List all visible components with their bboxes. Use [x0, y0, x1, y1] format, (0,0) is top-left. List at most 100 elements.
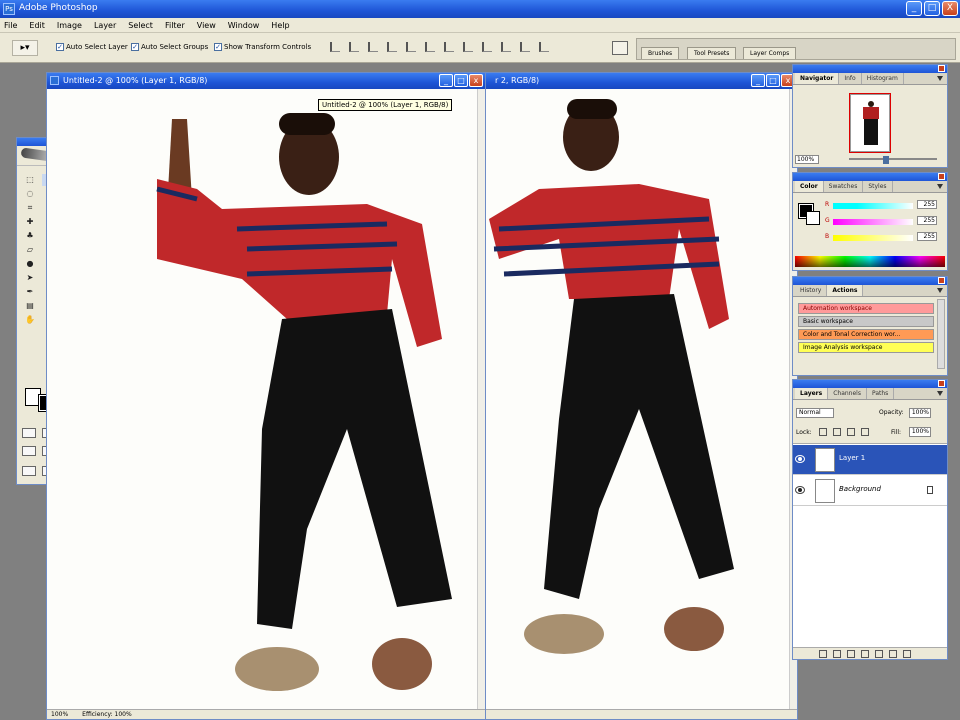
green-slider[interactable]	[833, 219, 913, 225]
distribute-top-icon[interactable]	[444, 42, 454, 52]
tab-info[interactable]: Info	[839, 73, 862, 84]
auto-select-layer-checkbox[interactable]: ✓	[56, 43, 64, 51]
fill-field[interactable]: 100%	[909, 427, 931, 437]
lock-transparency-icon[interactable]	[819, 428, 827, 436]
menu-select[interactable]: Select	[128, 21, 153, 30]
lock-all-icon[interactable]	[861, 428, 869, 436]
minimize-button[interactable]: _	[906, 1, 922, 16]
action-item[interactable]: Automation workspace	[798, 303, 934, 314]
document-left-status[interactable]: Efficiency: 100%	[82, 710, 132, 719]
align-hcenter-icon[interactable]	[406, 42, 416, 52]
menu-image[interactable]: Image	[57, 21, 82, 30]
maximize-button[interactable]: □	[924, 1, 940, 16]
hand-tool-icon[interactable]: ✋	[21, 314, 39, 326]
menu-edit[interactable]: Edit	[29, 21, 45, 30]
menu-layer[interactable]: Layer	[94, 21, 116, 30]
screen-mode-standard-icon[interactable]	[22, 446, 36, 456]
document-left-canvas[interactable]	[47, 89, 485, 709]
align-vcenter-icon[interactable]	[349, 42, 359, 52]
link-layers-icon[interactable]	[819, 649, 827, 658]
visibility-eye-icon[interactable]	[795, 486, 805, 494]
menu-view[interactable]: View	[197, 21, 216, 30]
align-right-icon[interactable]	[425, 42, 435, 52]
show-transform-controls-checkbox[interactable]: ✓	[214, 43, 222, 51]
palette-well-icon[interactable]	[612, 41, 628, 55]
visibility-eye-icon[interactable]	[795, 455, 805, 463]
navigator-zoom-slider[interactable]	[849, 158, 937, 160]
document-left-zoom[interactable]: 100%	[51, 710, 68, 719]
jump-to-imageready-icon[interactable]	[22, 466, 36, 476]
distribute-hcenter-icon[interactable]	[520, 42, 530, 52]
healing-brush-tool-icon[interactable]: ✚	[21, 216, 39, 228]
navigator-menu-icon[interactable]	[937, 76, 943, 81]
lasso-tool-icon[interactable]: ◌	[21, 188, 39, 200]
distribute-bottom-icon[interactable]	[482, 42, 492, 52]
layer-style-icon[interactable]	[833, 649, 841, 658]
tab-histogram[interactable]: Histogram	[862, 73, 904, 84]
blur-tool-icon[interactable]: ●	[21, 258, 39, 270]
navigator-palette-titlebar[interactable]	[793, 65, 947, 73]
tab-color[interactable]: Color	[795, 181, 824, 192]
navigator-thumbnail[interactable]	[849, 93, 891, 153]
blue-slider[interactable]	[833, 235, 913, 241]
auto-select-groups-option[interactable]: ✓ Auto Select Groups	[131, 43, 208, 51]
navigator-zoom-field[interactable]: 100%	[795, 155, 819, 164]
close-button[interactable]: X	[942, 1, 958, 16]
color-menu-icon[interactable]	[937, 184, 943, 189]
layer-mask-icon[interactable]	[847, 649, 855, 658]
lock-image-icon[interactable]	[833, 428, 841, 436]
eraser-tool-icon[interactable]: ▱	[21, 244, 39, 256]
lock-position-icon[interactable]	[847, 428, 855, 436]
new-group-icon[interactable]	[875, 649, 883, 658]
pen-tool-icon[interactable]: ✒	[21, 286, 39, 298]
tab-styles[interactable]: Styles	[863, 181, 893, 192]
well-tab-tool-presets[interactable]: Tool Presets	[687, 47, 737, 59]
document-left-titlebar[interactable]: Untitled-2 @ 100% (Layer 1, RGB/8) _ □ x	[47, 73, 485, 89]
document-left-maximize-button[interactable]: □	[454, 74, 468, 87]
color-background-swatch[interactable]	[806, 211, 820, 225]
document-right-canvas[interactable]	[479, 89, 797, 709]
distribute-vcenter-icon[interactable]	[463, 42, 473, 52]
new-layer-icon[interactable]	[889, 649, 897, 658]
actions-close-icon[interactable]	[938, 277, 945, 284]
tool-preset-picker[interactable]: ▸▾	[12, 40, 38, 56]
document-left-vscroll[interactable]	[477, 89, 485, 709]
blend-mode-select[interactable]: Normal	[796, 408, 834, 418]
adjustment-layer-icon[interactable]	[861, 649, 869, 658]
menu-window[interactable]: Window	[228, 21, 260, 30]
tab-history[interactable]: History	[795, 285, 828, 296]
red-value[interactable]: 255	[917, 200, 937, 209]
action-item[interactable]: Image Analysis workspace	[798, 342, 934, 353]
standard-mode-icon[interactable]	[22, 428, 36, 438]
document-window-left[interactable]: Untitled-2 @ 100% (Layer 1, RGB/8) _ □ x…	[46, 72, 486, 720]
navigator-close-icon[interactable]	[938, 65, 945, 72]
action-item[interactable]: Basic workspace	[798, 316, 934, 327]
marquee-tool-icon[interactable]: ⬚	[21, 174, 39, 186]
navigator-zoom-knob[interactable]	[883, 156, 889, 164]
document-window-right[interactable]: r 2, RGB/8) _ □ x	[478, 72, 798, 720]
distribute-right-icon[interactable]	[539, 42, 549, 52]
auto-select-layer-option[interactable]: ✓ Auto Select Layer	[56, 43, 128, 51]
document-left-close-button[interactable]: x	[469, 74, 483, 87]
opacity-field[interactable]: 100%	[909, 408, 931, 418]
green-value[interactable]: 255	[917, 216, 937, 225]
color-close-icon[interactable]	[938, 173, 945, 180]
color-palette-titlebar[interactable]	[793, 173, 947, 181]
red-slider[interactable]	[833, 203, 913, 209]
align-top-icon[interactable]	[330, 42, 340, 52]
auto-select-groups-checkbox[interactable]: ✓	[131, 43, 139, 51]
layers-menu-icon[interactable]	[937, 391, 943, 396]
menu-help[interactable]: Help	[271, 21, 289, 30]
document-right-minimize-button[interactable]: _	[751, 74, 765, 87]
blue-value[interactable]: 255	[917, 232, 937, 241]
actions-palette-titlebar[interactable]	[793, 277, 947, 285]
layers-close-icon[interactable]	[938, 380, 945, 387]
well-tab-layer-comps[interactable]: Layer Comps	[743, 47, 797, 59]
well-tab-brushes[interactable]: Brushes	[641, 47, 680, 59]
document-left-minimize-button[interactable]: _	[439, 74, 453, 87]
actions-menu-icon[interactable]	[937, 288, 943, 293]
actions-scrollbar[interactable]	[937, 299, 945, 369]
document-right-maximize-button[interactable]: □	[766, 74, 780, 87]
layer-row-layer-1[interactable]: Layer 1	[793, 445, 947, 475]
notes-tool-icon[interactable]: ▤	[21, 300, 39, 312]
